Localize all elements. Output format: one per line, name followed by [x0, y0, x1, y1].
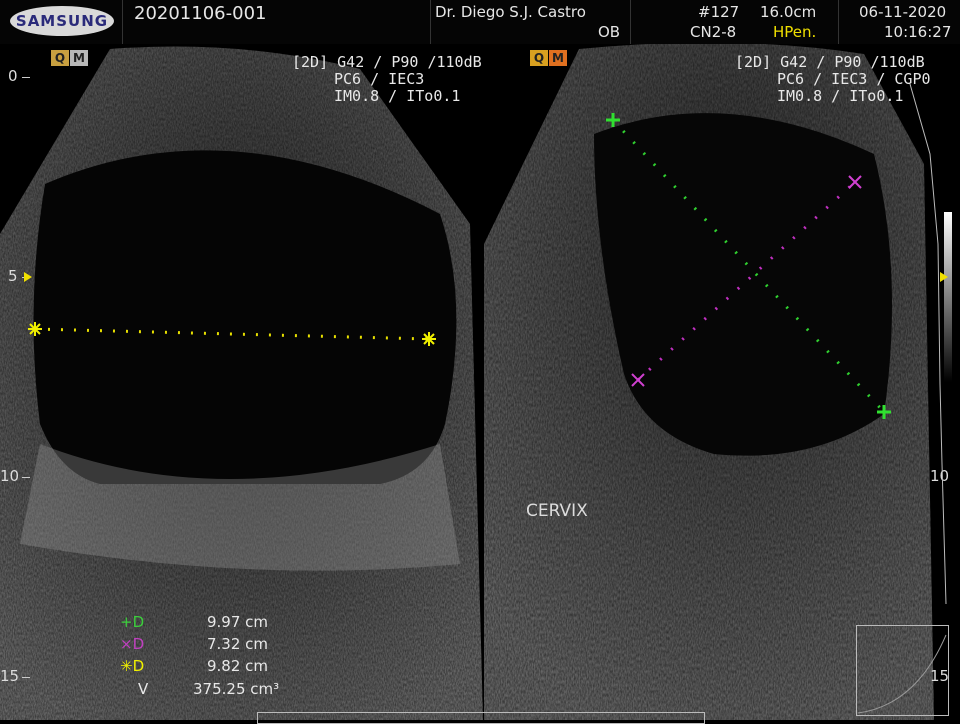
measurement-value: 9.82 cm — [207, 657, 269, 675]
caliper-overlay — [28, 113, 891, 419]
magenta-caliper-line — [631, 175, 862, 387]
annotation-box — [257, 712, 705, 724]
star-caliper-icon — [28, 322, 42, 336]
measurement-marker: ✳D — [120, 657, 145, 675]
x-caliper-icon — [631, 373, 645, 387]
measurement-marker: +D — [120, 613, 145, 631]
green-caliper-line — [606, 113, 891, 419]
probe-orientation-box — [856, 625, 949, 716]
measurement-marker: ×D — [120, 635, 145, 653]
measurement-marker: V — [138, 680, 149, 698]
cervix-label: CERVIX — [526, 501, 588, 521]
yellow-caliper-line — [28, 322, 436, 346]
measurement-value: 9.97 cm — [207, 613, 269, 631]
measurement-value: 7.32 cm — [207, 635, 269, 653]
measurement-value: 375.25 cm³ — [193, 680, 280, 698]
star-caliper-icon — [422, 332, 436, 346]
plus-caliper-icon — [606, 113, 620, 127]
x-caliper-icon — [848, 175, 862, 189]
